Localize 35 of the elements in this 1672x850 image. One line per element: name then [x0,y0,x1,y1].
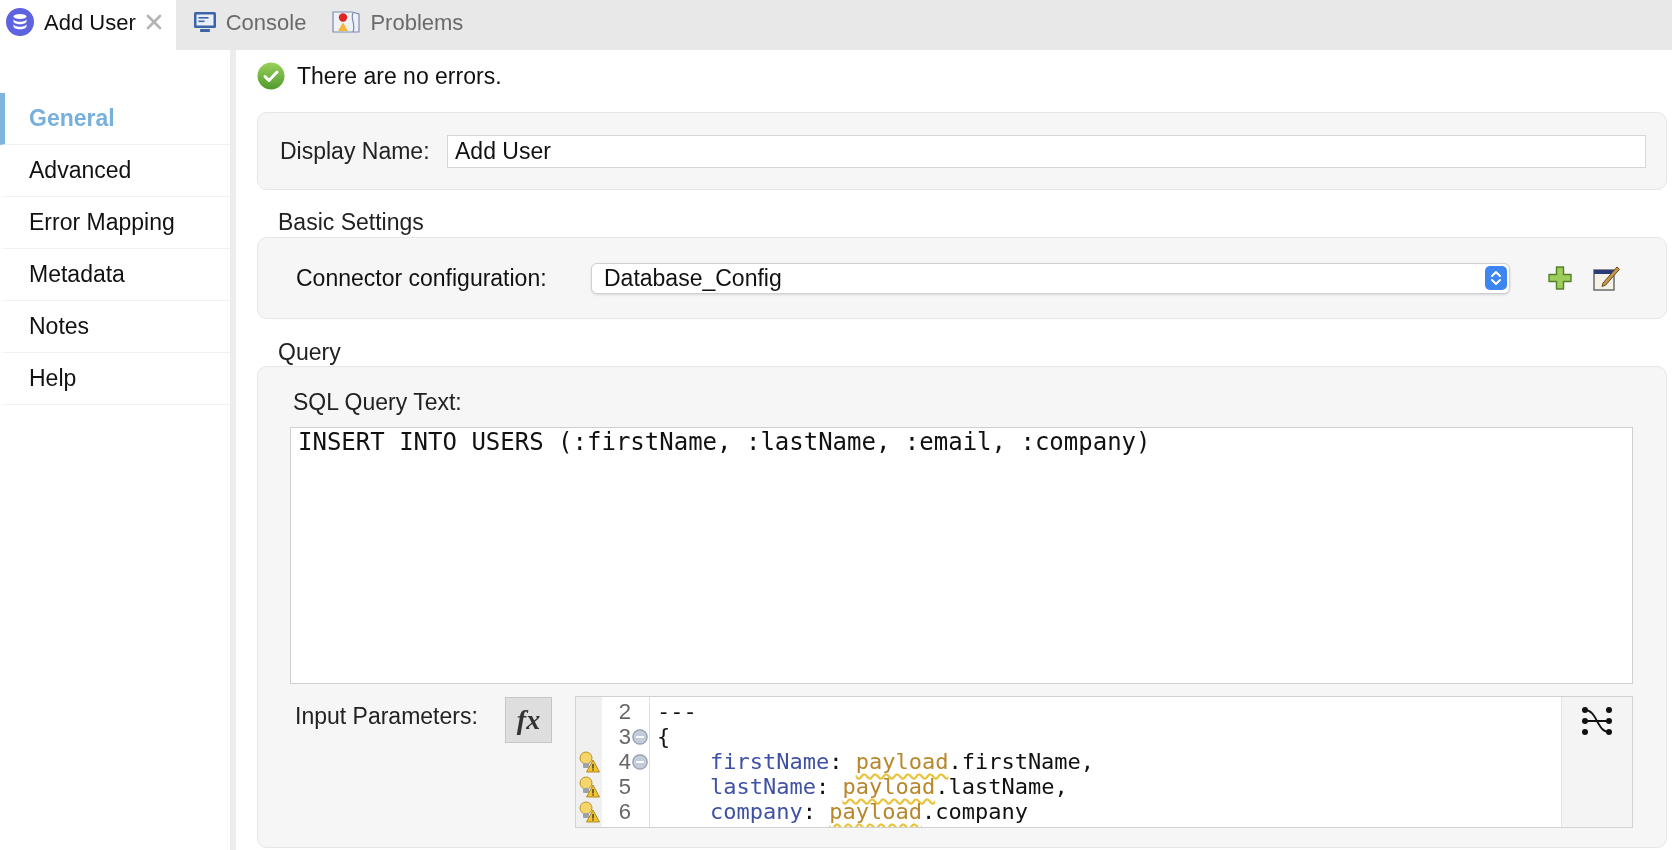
code-line: { [657,724,671,749]
tab[interactable]: Add User [0,0,176,50]
field-label: Display Name: [280,136,431,166]
code-line: lastName: payload.lastName, [708,774,1068,799]
tab[interactable]: Console [175,0,316,50]
database-icon [6,8,34,36]
monitor-icon [192,11,217,33]
line-number: 2 [618,699,631,724]
collapse-icon[interactable] [632,728,648,745]
field-label: Input Parameters: [295,704,479,728]
section-heading: Basic Settings [277,210,424,234]
code-line: firstName: payload.firstName, [708,749,1095,774]
code-editor[interactable]: 2 3 4 5 6 --- { firstName: payload.firstName, lastName: payload.lastName, company: payload.company [575,696,1633,828]
line-number: 3 [618,724,631,749]
line-number: 4 [618,749,631,774]
code-line: --- [657,699,697,724]
connected-nodes-icon[interactable] [1581,706,1613,736]
line-number: 5 [618,774,631,799]
stepper-icon [1485,266,1507,290]
warning-map-icon [332,11,362,33]
dropdown[interactable]: Database_Config [591,262,1510,294]
text-field[interactable]: Add User [447,134,1646,168]
tab[interactable]: Problems [315,0,473,50]
field-label: SQL Query Text: [293,390,462,414]
code-line: company: payload.company [708,799,1028,824]
check-icon [257,62,285,90]
edit-icon[interactable] [1593,265,1621,291]
collapse-icon[interactable] [632,753,648,770]
field-label: Connector configuration: [296,263,548,293]
function-button[interactable]: fx [505,697,552,743]
section-heading: Query [277,340,341,364]
sql-text-area[interactable]: INSERT INTO USERS (:firstName, :lastName, :email, :company) [290,427,1633,684]
line-number: 6 [618,799,631,824]
status-message: There are no errors. [297,61,502,91]
plus-icon[interactable] [1548,266,1572,290]
